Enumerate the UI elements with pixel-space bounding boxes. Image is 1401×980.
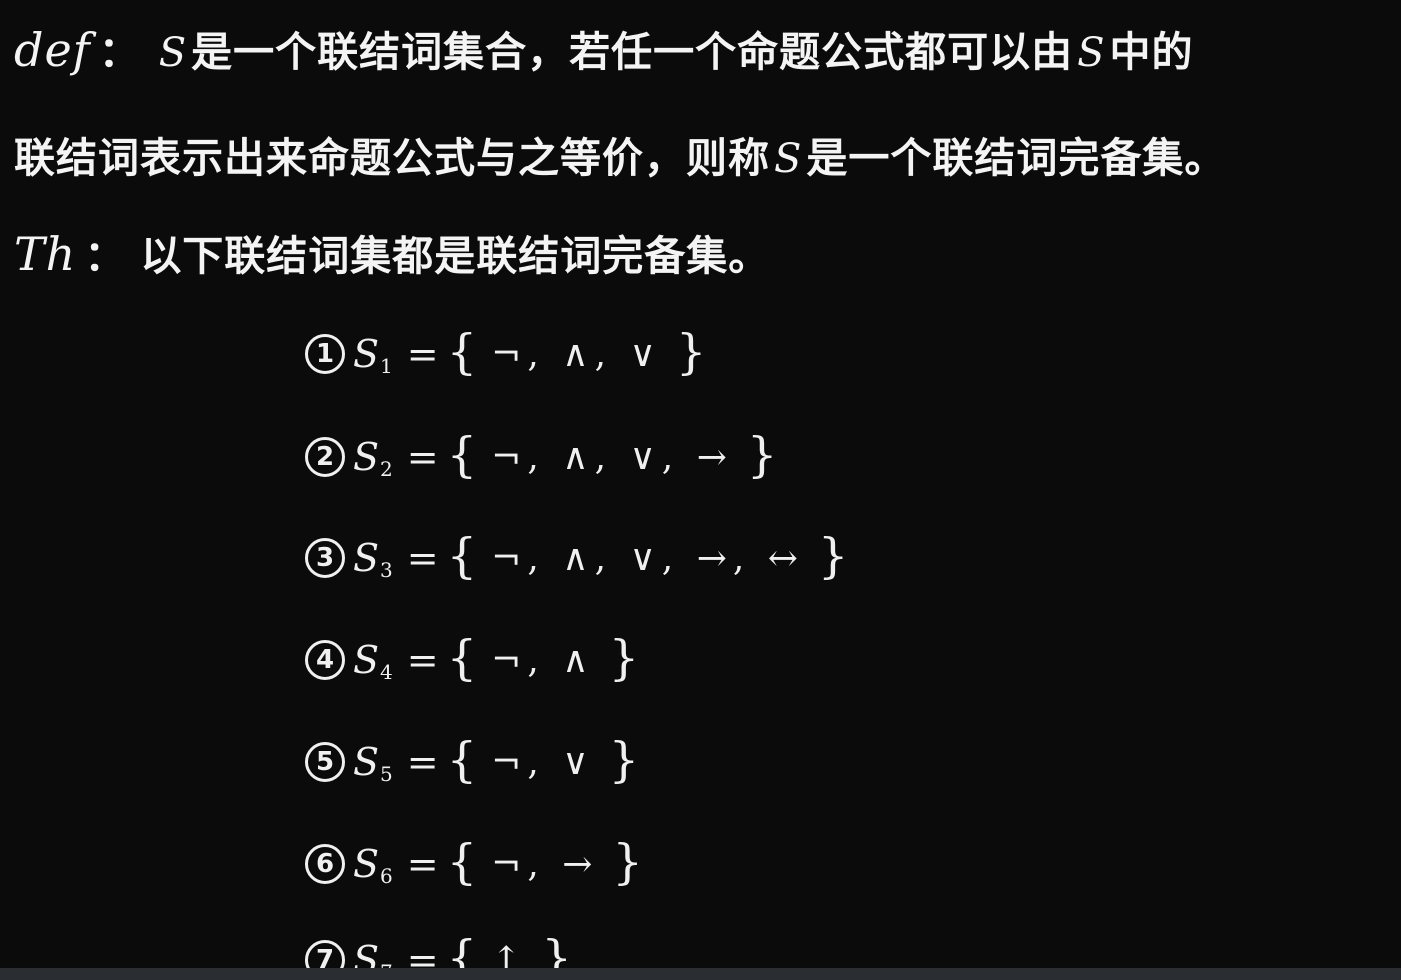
definition-text-2: 中的 [1109,28,1194,76]
set-variable: S [353,332,380,376]
theorem-tag: Th [14,227,77,281]
right-brace: } [675,324,707,380]
equals-sign: = [406,536,439,580]
equals-sign: = [406,332,439,376]
symbol-s: S [774,136,803,182]
definition-colon: ： [98,28,141,76]
theorem-colon: ： [84,232,127,280]
connective-list: ¬, ∧, ∨, →, ↔ [491,537,804,579]
right-brace: } [746,427,778,483]
set-subscript: 1 [380,354,393,378]
equals-sign: = [406,842,439,886]
set-item-6: 6 S 6 ={ ¬, →} [305,834,643,894]
definition-tag: def [14,23,91,77]
set-subscript: 6 [380,864,393,888]
connective-list: ¬, ∧, ∨ [491,333,662,375]
circled-number: 2 [305,437,345,477]
left-brace: { [446,630,478,686]
set-subscript: 7 [380,960,393,968]
symbol-s: S [158,30,188,76]
bottom-bar [0,968,1401,980]
set-variable: S [353,938,380,968]
set-subscript: 5 [380,762,393,786]
theorem-text: 以下联结词集都是联结词完备集。 [140,232,771,280]
definition-line-2: 联结词表示出来命题公式与之等价，则称 S是一个联结词完备集。 [14,124,1226,184]
right-brace: } [817,528,849,584]
set-item-7: 7S7 ={ ↑} [305,930,572,968]
circled-number: 4 [305,640,345,680]
set-subscript: 4 [380,660,393,684]
set-item-5: 5 S 5 ={ ¬, ∨} [305,732,639,792]
right-brace: } [608,732,640,788]
circled-number: 7 [305,940,345,968]
definition-text-4: 是一个联结词完备集。 [806,134,1227,182]
equals-sign: = [406,938,439,968]
connective-list: ¬, ∧, ∨, → [491,436,733,478]
set-variable: S [353,638,380,682]
left-brace: { [446,324,478,380]
left-brace: { [446,930,478,968]
left-brace: { [446,834,478,890]
set-item-3: 3 S 3 ={ ¬, ∧, ∨, →, ↔} [305,528,848,588]
definition-text-3: 联结词表示出来命题公式与之等价，则称 [14,134,770,182]
circled-number: 6 [305,844,345,884]
theorem-line: Th： 以下联结词集都是联结词完备集。 [14,222,770,282]
set-subscript: 2 [380,457,393,481]
symbol-s: S [1077,30,1106,76]
set-item-1: 1 S 1 ={ ¬, ∧, ∨} [305,324,706,384]
set-item-4: 4 S 4 ={ ¬, ∧} [305,630,639,690]
left-brace: { [446,732,478,788]
equals-sign: = [406,638,439,682]
connective-list: ¬, ∧ [491,639,595,681]
set-variable: S [353,842,380,886]
set-variable: S [353,536,380,580]
right-brace: } [541,930,572,968]
left-brace: { [446,427,478,483]
left-brace: { [446,528,478,584]
right-brace: } [608,630,640,686]
slide-content: def： S是一个联结词集合，若任一个命题公式都可以由 S中的 联结词表示出来命题公… [0,0,1401,968]
set-item-2: 2 S 2 ={ ¬, ∧, ∨, →} [305,427,777,487]
definition-line-1: def： S是一个联结词集合，若任一个命题公式都可以由 S中的 [14,18,1194,78]
set-variable: S [353,435,380,479]
set-variable: S [353,740,380,784]
right-brace: } [612,834,643,890]
circled-number: 1 [305,334,345,374]
circled-number: 5 [305,742,345,782]
definition-text-1: 是一个联结词集合，若任一个命题公式都可以由 [191,28,1074,76]
set-subscript: 3 [380,558,393,582]
connective-list: ¬, → [491,843,599,885]
equals-sign: = [406,740,439,784]
connective-list: ¬, ∨ [491,741,595,783]
connective-list: ↑ [491,939,528,969]
equals-sign: = [406,435,439,479]
circled-number: 3 [305,538,345,578]
